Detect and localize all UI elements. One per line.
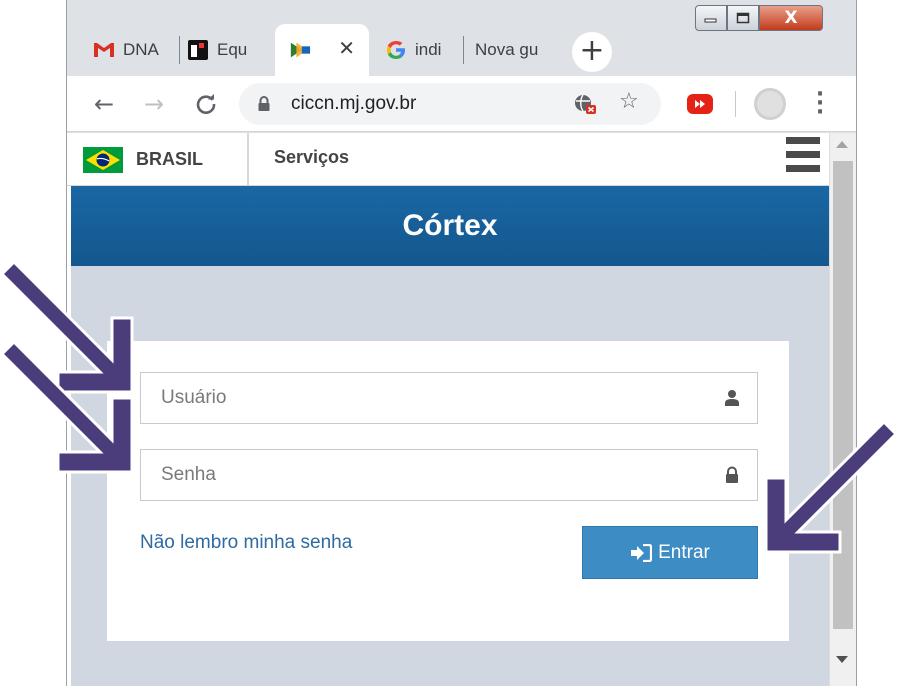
username-input[interactable]: [141, 373, 711, 423]
bookmark-star-icon[interactable]: ☆: [619, 89, 639, 114]
back-button[interactable]: ←: [89, 89, 119, 119]
annotation-arrow-entrar-icon: [764, 419, 899, 554]
brasil-link[interactable]: BRASIL: [67, 133, 249, 186]
gmail-icon: [93, 39, 115, 61]
address-bar[interactable]: ciccn.mj.gov.br ☆: [239, 83, 661, 125]
tab-close-icon[interactable]: ✕: [338, 36, 355, 60]
user-icon: [725, 390, 739, 406]
password-field-wrapper: [140, 449, 758, 501]
lock-icon: [258, 96, 270, 111]
login-button[interactable]: Entrar: [582, 526, 758, 579]
username-field-wrapper: [140, 372, 758, 424]
scroll-down-arrow-icon[interactable]: [836, 656, 848, 663]
browser-menu-button[interactable]: · · ·: [810, 84, 830, 125]
maximize-icon: [736, 12, 750, 24]
menu-dot-icon: ·: [815, 100, 825, 125]
brazil-flag-icon: [83, 146, 123, 173]
page-header: Córtex: [71, 186, 829, 266]
tab-gmail[interactable]: DNA: [79, 24, 179, 76]
new-tab-button[interactable]: +: [572, 32, 612, 72]
forgot-password-link[interactable]: Não lembro minha senha: [140, 532, 352, 554]
annotation-arrow-password-icon: [0, 339, 134, 474]
page-title: Córtex: [402, 209, 498, 242]
scroll-up-arrow-icon[interactable]: [836, 141, 848, 148]
profile-avatar[interactable]: [754, 88, 786, 120]
tab-label: DNA: [123, 40, 159, 59]
tab-equ[interactable]: Equ: [173, 24, 267, 76]
page-viewport: BRASIL Serviços Córtex Não lembro minha …: [67, 133, 856, 686]
minimize-icon: [704, 18, 717, 23]
url-text: ciccn.mj.gov.br: [291, 93, 417, 114]
cortex-favicon-icon: [289, 39, 311, 61]
tab-nova-guia[interactable]: Nova gu: [463, 24, 557, 76]
close-window-button[interactable]: X: [759, 5, 823, 31]
login-form: Não lembro minha senha Entrar: [107, 341, 789, 641]
lock-icon: [726, 466, 738, 483]
password-input[interactable]: [141, 450, 711, 500]
tab-label: Nova gu: [475, 40, 539, 59]
vertical-scrollbar[interactable]: [829, 133, 856, 686]
tab-cortex-active[interactable]: ✕: [275, 24, 369, 76]
hamburger-menu-icon[interactable]: [786, 137, 820, 179]
window-controls: X: [695, 5, 823, 31]
youtube-extension-icon[interactable]: [687, 94, 713, 114]
google-icon: [385, 39, 407, 61]
tab-strip: DNA Equ ✕ indi Nova gu + X: [67, 0, 856, 76]
browser-window: DNA Equ ✕ indi Nova gu + X ← → ciccn.mj.…: [66, 0, 857, 686]
tab-google[interactable]: indi: [371, 24, 463, 76]
brasil-label: BRASIL: [136, 149, 203, 169]
forward-button[interactable]: →: [139, 89, 169, 119]
reload-button[interactable]: [191, 89, 221, 119]
app-icon: [187, 39, 209, 61]
servicos-link[interactable]: Serviços: [274, 147, 349, 168]
gov-bar: BRASIL Serviços: [67, 133, 829, 186]
tab-label: Equ: [217, 40, 248, 59]
browser-toolbar: ← → ciccn.mj.gov.br ☆ · · ·: [67, 76, 856, 132]
login-button-label: Entrar: [658, 541, 710, 563]
maximize-button[interactable]: [727, 5, 759, 31]
toolbar-divider: [735, 91, 736, 117]
reload-icon: [196, 94, 216, 114]
sign-in-icon: [631, 543, 653, 562]
tab-label: indi: [415, 40, 442, 59]
translate-blocked-icon[interactable]: [573, 93, 597, 115]
minimize-button[interactable]: [695, 5, 727, 31]
